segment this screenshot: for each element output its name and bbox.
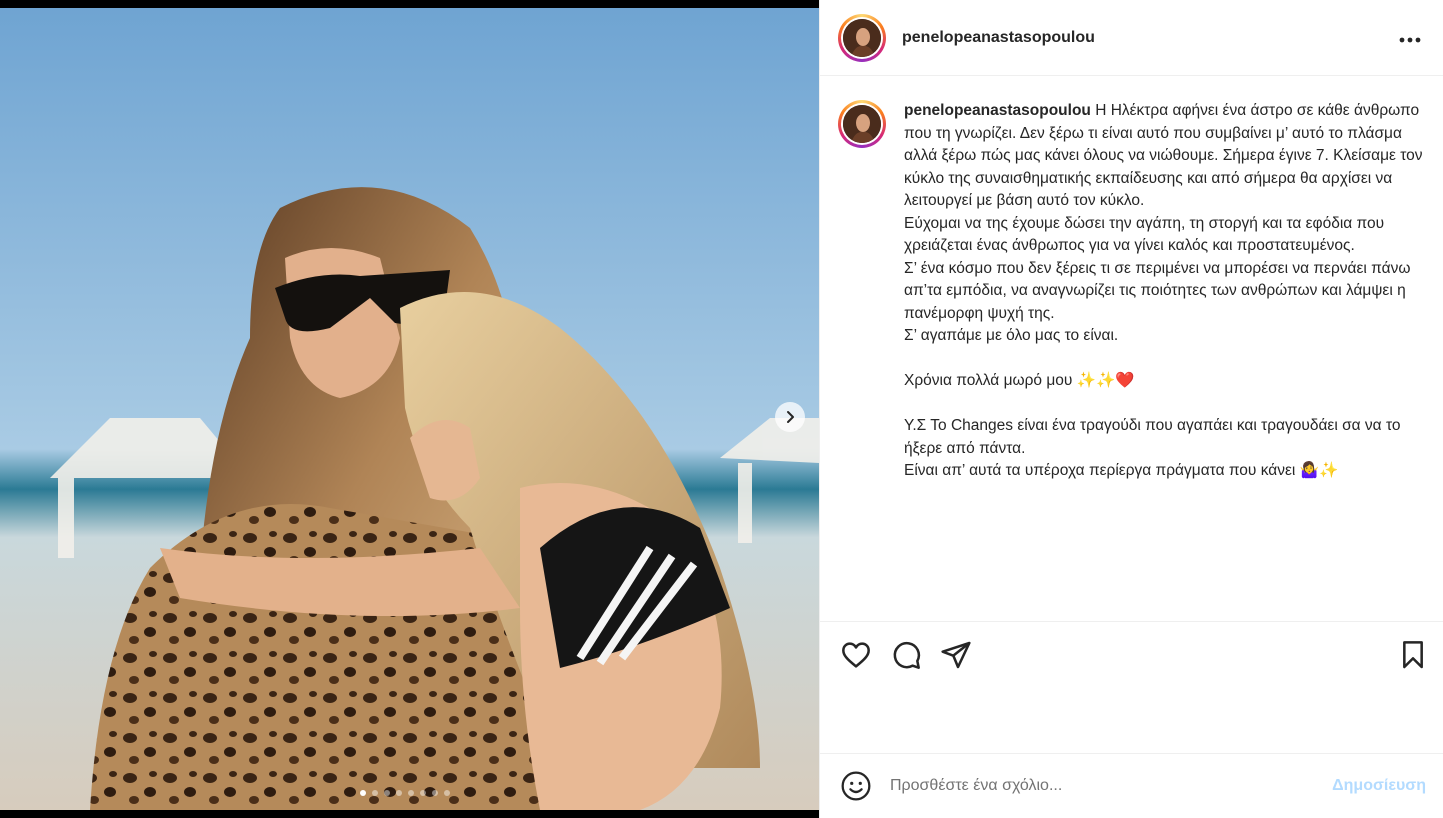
post-caption: penelopeanastasopoulou Η Ηλέκτρα αφήνει … [838,100,1438,483]
carousel-dot [384,790,390,796]
carousel-dot [408,790,414,796]
caption-username[interactable]: penelopeanastasopoulou [904,102,1091,119]
post-comment-button[interactable]: Δημοσίευση [1332,777,1426,795]
avatar[interactable] [838,13,886,62]
caption-body: penelopeanastasopoulou Η Ηλέκτρα αφήνει … [904,100,1424,483]
photo-illustration [0,8,819,810]
comment-input[interactable] [890,777,1290,795]
post-actions-bar [820,621,1443,688]
send-icon[interactable] [940,639,972,671]
carousel-dot [444,790,450,796]
emoji-icon[interactable] [840,770,872,802]
avatar-photo [843,105,881,143]
post-photo[interactable] [0,8,819,810]
comment-icon[interactable] [890,639,922,671]
chevron-right-icon [787,411,794,423]
post-header: penelopeanastasopoulou [820,0,1443,76]
post-details-panel: penelopeanastasopoulou penelopeanastasop… [819,0,1443,818]
avatar-photo [843,18,881,57]
carousel-dot [432,790,438,796]
carousel-next-button[interactable] [775,402,805,432]
header-username[interactable]: penelopeanastasopoulou [902,29,1095,47]
carousel-dot [420,790,426,796]
caption-avatar[interactable] [838,100,886,148]
carousel-dot [396,790,402,796]
carousel-dot [360,790,366,796]
carousel-indicator [360,790,450,796]
bookmark-icon[interactable] [1397,639,1429,671]
more-horizontal-icon[interactable] [1399,26,1421,46]
add-comment-bar: Δημοσίευση [820,753,1443,818]
heart-icon[interactable] [840,639,872,671]
carousel-dot [372,790,378,796]
caption-text: Η Ηλέκτρα αφήνει ένα άστρο σε κάθε άνθρω… [904,102,1423,479]
instagram-post-modal: penelopeanastasopoulou penelopeanastasop… [0,0,1443,818]
